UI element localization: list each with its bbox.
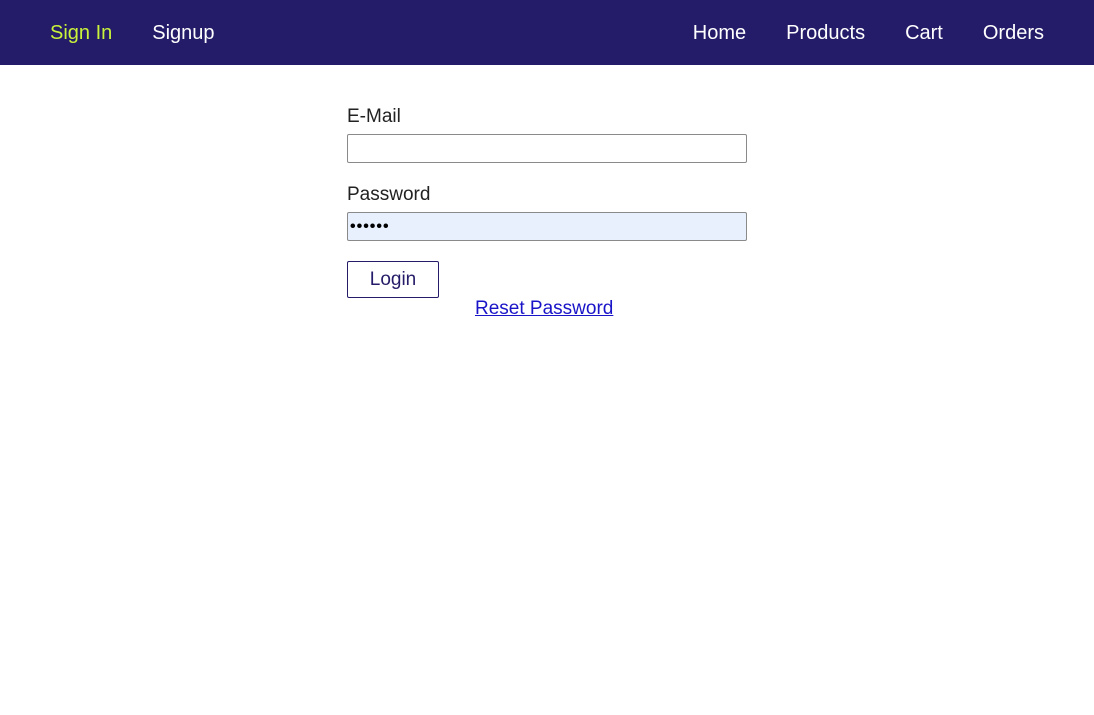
reset-password-link[interactable]: Reset Password <box>475 298 613 320</box>
login-form: E-Mail Password Login <box>347 106 747 298</box>
nav-cart-link[interactable]: Cart <box>905 23 943 43</box>
email-label: E-Mail <box>347 106 401 127</box>
nav-home-link[interactable]: Home <box>693 23 746 43</box>
nav-orders-link[interactable]: Orders <box>983 23 1044 43</box>
password-field[interactable] <box>347 212 747 241</box>
nav-left-group: Sign In Signup <box>50 0 215 65</box>
nav-right-group: Home Products Cart Orders <box>693 0 1044 65</box>
nav-sign-in-link[interactable]: Sign In <box>50 23 112 43</box>
password-label: Password <box>347 184 431 205</box>
login-button[interactable]: Login <box>347 261 439 298</box>
email-field[interactable] <box>347 134 747 163</box>
nav-signup-link[interactable]: Signup <box>152 23 214 43</box>
field-spacer <box>347 163 747 184</box>
nav-products-link[interactable]: Products <box>786 23 865 43</box>
top-navigation: Sign In Signup Home Products Cart Orders <box>0 0 1094 65</box>
